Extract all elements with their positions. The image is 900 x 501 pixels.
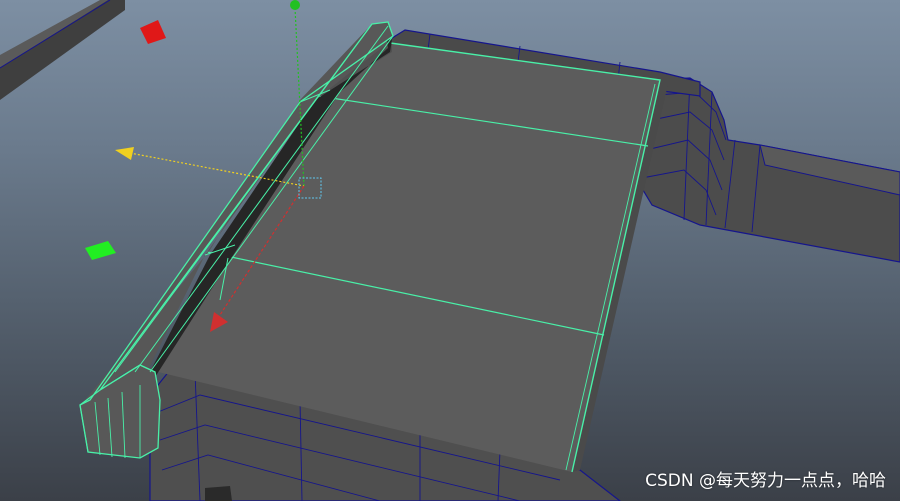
3d-viewport[interactable]: CSDN @每天努力一点点，哈哈: [0, 0, 900, 501]
red-scale-handle-icon[interactable]: [140, 20, 166, 44]
background-object-top-left[interactable]: [0, 0, 125, 100]
right-object-mesh[interactable]: [639, 77, 900, 263]
viewport-scene[interactable]: [0, 0, 900, 501]
green-scale-handle-icon[interactable]: [85, 241, 116, 260]
watermark-text: CSDN @每天努力一点点，哈哈: [645, 471, 886, 491]
